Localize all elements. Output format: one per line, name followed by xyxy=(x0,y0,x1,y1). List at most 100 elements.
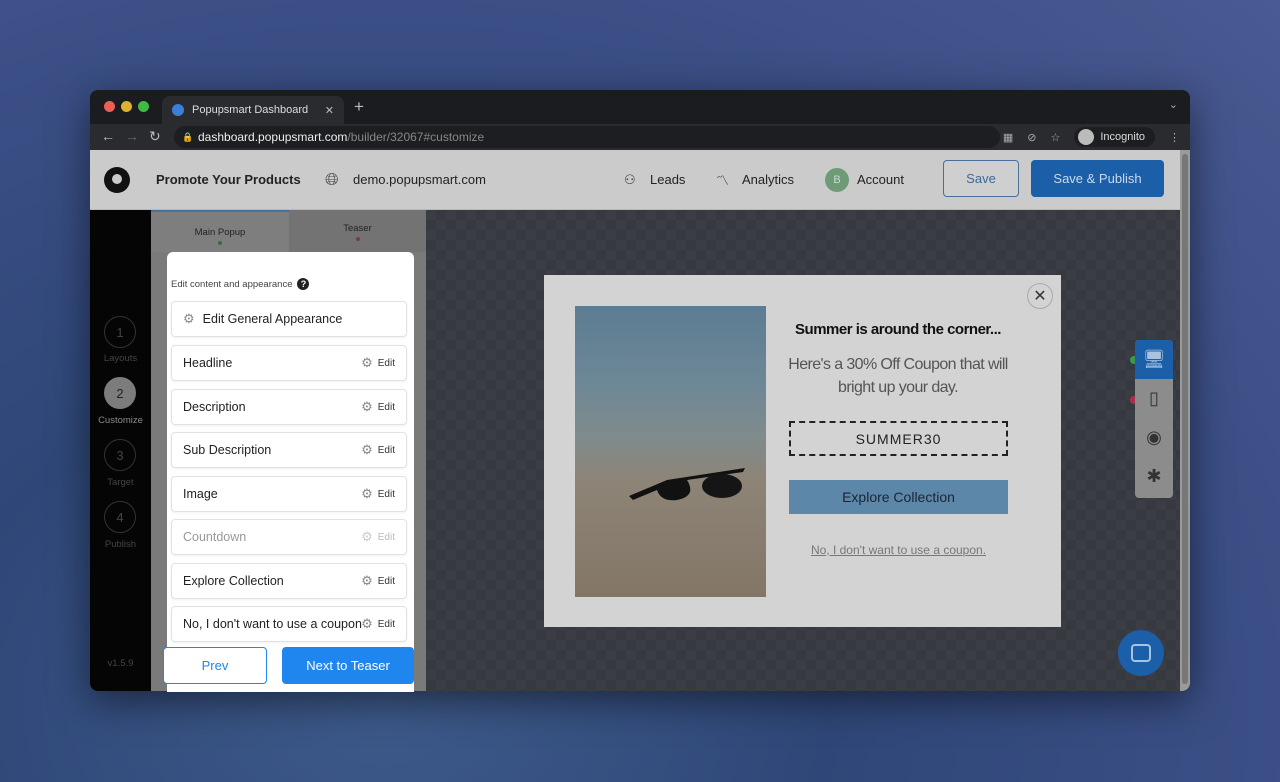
reload-icon[interactable]: ↻ xyxy=(149,128,161,145)
version: v1.5.9 xyxy=(107,658,134,669)
edit-link[interactable]: Edit xyxy=(378,619,395,630)
edit-link[interactable]: Edit xyxy=(378,402,395,413)
status-dot xyxy=(355,237,360,241)
browser-tab[interactable]: Popupsmart Dashboard ✕ xyxy=(162,96,344,124)
avatar[interactable]: B xyxy=(825,167,849,192)
row-label: Headline xyxy=(183,356,233,370)
popup-headline[interactable]: Summer is around the corner... xyxy=(776,321,1020,338)
mobile-icon[interactable]: ▯ xyxy=(1135,379,1173,418)
new-tab-button[interactable]: + xyxy=(354,97,364,117)
step-label: Layouts xyxy=(103,353,138,364)
preview-canvas: ✕ Summer is around the corner... Here's … xyxy=(426,210,1180,691)
desktop-icon[interactable]: 🖥︎ xyxy=(1135,340,1173,379)
decline-link[interactable]: No, I don't want to use a coupon. xyxy=(789,543,1008,557)
popup-preview: ✕ Summer is around the corner... Here's … xyxy=(544,275,1061,627)
campaign-name: Promote Your Products xyxy=(156,172,301,187)
save-publish-button[interactable]: Save & Publish xyxy=(1031,160,1164,197)
gear-icon: ⚙ xyxy=(361,573,373,588)
tab-teaser[interactable]: Teaser xyxy=(289,210,426,252)
maximize-window-button[interactable] xyxy=(138,101,149,112)
preview-toolbar: 🖥︎ ▯ ◉ ✱ xyxy=(1135,340,1173,498)
back-icon[interactable]: ← xyxy=(101,128,115,144)
scrollbar[interactable] xyxy=(1180,150,1190,691)
favicon-icon xyxy=(172,104,184,116)
edit-link[interactable]: Edit xyxy=(378,576,395,587)
popup-close-button[interactable]: ✕ xyxy=(1027,283,1053,309)
status-dot xyxy=(218,241,222,245)
tab-label: Main Popup xyxy=(194,227,246,238)
prev-button[interactable]: Prev xyxy=(163,647,267,684)
gear-icon: ⚙ xyxy=(361,442,373,457)
star-icon[interactable]: ☆ xyxy=(1050,131,1060,144)
list-item[interactable]: Explore Collection ⚙ Edit xyxy=(171,563,407,599)
step-1[interactable]: 1 xyxy=(104,316,136,348)
step-label: Customize xyxy=(98,415,143,426)
tab-search-icon[interactable]: ⌄ xyxy=(1169,98,1178,111)
gear-icon: ⚙ xyxy=(361,529,373,544)
edit-link[interactable]: Edit xyxy=(378,532,395,543)
coupon-code[interactable]: SUMMER30 xyxy=(789,421,1008,456)
explore-collection-button[interactable]: Explore Collection xyxy=(789,480,1008,514)
menu-icon[interactable]: ⋮ xyxy=(1169,131,1180,144)
nav-account[interactable]: Account xyxy=(857,172,904,187)
site-link[interactable]: demo.popupsmart.com xyxy=(353,172,486,187)
incognito-badge[interactable]: Incognito xyxy=(1074,127,1155,147)
tab-title: Popupsmart Dashboard xyxy=(192,104,309,116)
url-field[interactable]: 🔒 dashboard.popupsmart.com/builder/32067… xyxy=(174,126,1000,148)
list-item[interactable]: Headline ⚙ Edit xyxy=(171,345,407,381)
gear-icon: ⚙ xyxy=(183,311,195,326)
chat-icon xyxy=(1131,644,1151,662)
edit-link[interactable]: Edit xyxy=(378,445,395,456)
row-label: Sub Description xyxy=(183,443,272,457)
sunglasses-image xyxy=(629,468,745,501)
list-item[interactable]: Image ⚙ Edit xyxy=(171,476,407,512)
list-item[interactable]: No, I don't want to use a coupon ⚙ Edit xyxy=(171,606,407,642)
address-bar-row: ← → ↻ 🔒 dashboard.popupsmart.com/builder… xyxy=(90,124,1190,150)
edit-link[interactable]: Edit xyxy=(378,358,395,369)
close-window-button[interactable] xyxy=(104,101,115,112)
step-2[interactable]: 2 xyxy=(104,377,136,409)
list-item[interactable]: Description ⚙ Edit xyxy=(171,389,407,425)
popup-image xyxy=(575,306,766,597)
gear-icon: ⚙ xyxy=(361,486,373,501)
row-label: Countdown xyxy=(183,530,247,544)
close-tab-icon[interactable]: ✕ xyxy=(325,104,334,117)
content-editor-card: Edit content and appearance? ⚙ Edit Gener… xyxy=(167,252,414,692)
incognito-label: Incognito xyxy=(1100,131,1145,143)
list-item[interactable]: Countdown ⚙ Edit xyxy=(171,519,407,555)
trend-icon: 〽 xyxy=(716,173,730,188)
step-4[interactable]: 4 xyxy=(104,501,136,533)
tab-main-popup[interactable]: Main Popup xyxy=(151,210,289,252)
bug-icon[interactable]: ✱ xyxy=(1135,457,1173,496)
popup-description[interactable]: Here's a 30% Off Coupon that will bright… xyxy=(776,353,1020,399)
tab-label: Teaser xyxy=(343,223,372,234)
globe-icon: 🌐︎ xyxy=(325,169,339,189)
nav-analytics[interactable]: Analytics xyxy=(742,172,794,187)
step-label: Publish xyxy=(104,539,137,550)
eye-icon[interactable]: ◉ xyxy=(1135,418,1173,457)
chat-button[interactable] xyxy=(1118,630,1164,676)
incognito-icon xyxy=(1078,129,1095,145)
step-label: Target xyxy=(107,477,134,488)
row-label: No, I don't want to use a coupon xyxy=(183,617,362,631)
save-button[interactable]: Save xyxy=(943,160,1019,197)
nav-leads[interactable]: Leads xyxy=(650,172,685,187)
forward-icon[interactable]: → xyxy=(125,128,139,144)
next-to-teaser-button[interactable]: Next to Teaser xyxy=(282,647,414,684)
edit-link[interactable]: Edit xyxy=(378,489,395,500)
edit-general-appearance[interactable]: ⚙ Edit General Appearance xyxy=(171,301,407,337)
eye-off-icon[interactable]: ⊘ xyxy=(1027,131,1036,144)
step-3[interactable]: 3 xyxy=(104,439,136,471)
list-item[interactable]: Sub Description ⚙ Edit xyxy=(171,432,407,468)
app-header: Promote Your Products 🌐︎ demo.popupsmart… xyxy=(90,150,1190,210)
lock-icon: 🔒 xyxy=(182,131,194,142)
help-icon[interactable]: ? xyxy=(297,278,310,290)
qr-icon[interactable]: ▦ xyxy=(1003,131,1013,144)
row-label: Edit General Appearance xyxy=(202,312,343,326)
gear-icon: ⚙ xyxy=(361,616,373,631)
popupsmart-logo[interactable] xyxy=(104,167,130,193)
tab-bar: Popupsmart Dashboard ✕ + ⌄ xyxy=(90,90,1190,124)
url-path: /builder/32067#customize xyxy=(347,130,485,144)
minimize-window-button[interactable] xyxy=(121,101,132,112)
steps-sidebar: 1 Layouts 2 Customize 3 Target 4 Publish… xyxy=(90,210,151,691)
